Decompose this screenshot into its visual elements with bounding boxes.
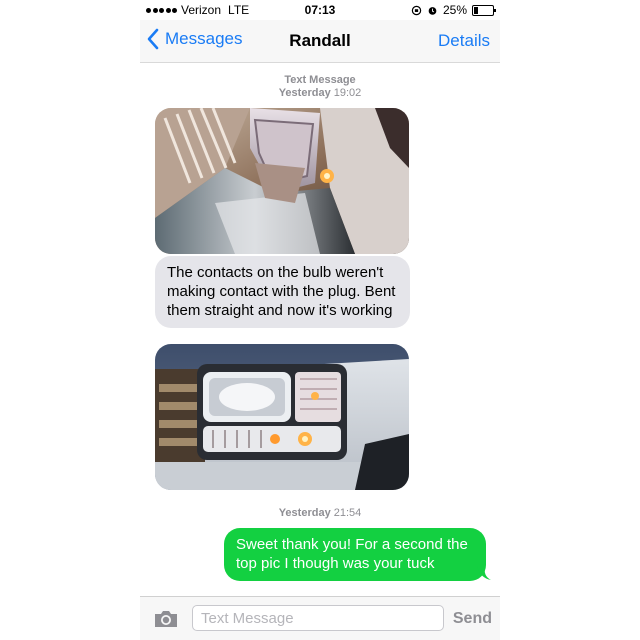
battery-icon	[472, 4, 496, 16]
timestamp-day: Yesterday	[278, 507, 331, 519]
message-text-input[interactable]	[192, 605, 444, 631]
photo-bubble-bulb-closeup[interactable]	[155, 108, 409, 254]
conversation-header: Text Message Yesterday 19:02	[140, 74, 500, 100]
timestamp-day: Yesterday	[278, 87, 331, 99]
status-bar: Verizon LTE 07:13 25%	[140, 0, 500, 20]
details-button[interactable]: Details	[438, 31, 490, 51]
messages-screen: Verizon LTE 07:13 25% Messages Randall D…	[140, 0, 500, 640]
timestamp-time: 21:54	[333, 507, 362, 519]
battery-percentage: 25%	[442, 3, 467, 17]
timestamp-time: 19:02	[333, 87, 362, 99]
alarm-icon	[428, 6, 437, 15]
outgoing-message-bubble[interactable]: Sweet thank you! For a second the top pi…	[224, 528, 486, 581]
incoming-message-bubble[interactable]: The contacts on the bulb weren't making …	[155, 256, 410, 328]
send-button[interactable]: Send	[453, 610, 492, 628]
photo-bubble-truck-headlight[interactable]	[155, 344, 409, 490]
truck-headlight-photo	[155, 344, 409, 490]
bubble-tail-icon	[477, 566, 491, 580]
navigation-bar: Messages Randall Details	[140, 20, 500, 63]
battery-level	[474, 6, 478, 14]
headlight-closeup-photo	[155, 108, 409, 254]
message-type-label: Text Message	[284, 74, 356, 86]
camera-icon[interactable]	[153, 609, 179, 629]
rotation-lock-icon	[411, 5, 422, 15]
second-timestamp: Yesterday 21:54	[140, 507, 500, 520]
message-input-bar: Send	[140, 596, 500, 640]
status-right: 25%	[411, 3, 496, 17]
